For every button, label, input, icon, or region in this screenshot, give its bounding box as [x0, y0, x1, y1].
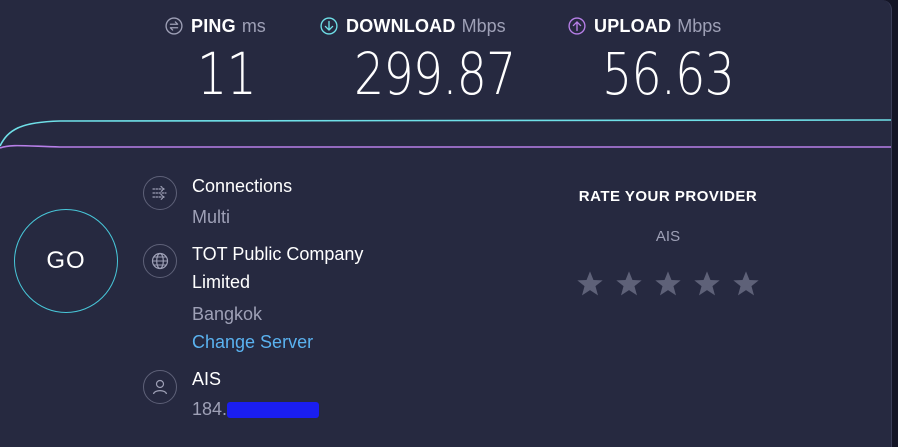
server-location: Bangkok [192, 304, 263, 324]
connections-value: Multi [192, 207, 231, 227]
star-3-icon[interactable] [652, 268, 684, 300]
download-metric: DOWNLOAD Mbps 299.87 [320, 14, 516, 106]
speedtest-result-panel: PING ms 11 DOWNLOAD Mbps 299.87 UPLOAD M… [0, 0, 892, 447]
ip-redaction [227, 402, 320, 419]
upload-graph-line [0, 144, 891, 149]
rate-provider-name: AIS [655, 228, 681, 245]
upload-metric: UPLOAD Mbps 56.63 [568, 14, 735, 106]
download-graph-line [0, 119, 891, 147]
client-ip: 184. [192, 395, 320, 423]
multi-connection-icon [143, 176, 177, 210]
client-isp: AIS [192, 369, 222, 389]
upload-value: 56.63 [602, 40, 735, 108]
ping-value: 11 [197, 40, 257, 108]
user-icon [143, 370, 177, 404]
ping-label: PING [191, 15, 236, 36]
upload-label: UPLOAD [594, 15, 672, 36]
ping-arrows-icon [165, 17, 183, 35]
download-unit: Mbps [461, 15, 506, 36]
star-5-icon[interactable] [730, 268, 762, 300]
download-value: 299.87 [354, 40, 516, 108]
star-2-icon[interactable] [613, 268, 645, 300]
server-name-line1: TOT Public Company [192, 244, 364, 264]
rate-provider-title: RATE YOUR PROVIDER [578, 188, 758, 205]
upload-arrow-icon [568, 17, 586, 35]
globe-icon [143, 244, 177, 278]
star-1-icon[interactable] [574, 268, 606, 300]
ping-metric: PING ms 11 [165, 14, 266, 106]
connections-title: Connections [192, 176, 293, 196]
speed-graph [0, 119, 891, 149]
rating-stars [574, 268, 762, 300]
download-label: DOWNLOAD [346, 15, 456, 36]
star-4-icon[interactable] [691, 268, 723, 300]
download-arrow-icon [320, 17, 338, 35]
client-ip-prefix: 184. [192, 399, 228, 419]
change-server-link[interactable]: Change Server [192, 328, 313, 356]
go-button[interactable]: GO [14, 209, 118, 313]
go-button-label: GO [46, 247, 86, 274]
upload-unit: Mbps [677, 15, 722, 36]
ping-unit: ms [241, 15, 266, 36]
server-name-line2: Limited [192, 272, 251, 292]
